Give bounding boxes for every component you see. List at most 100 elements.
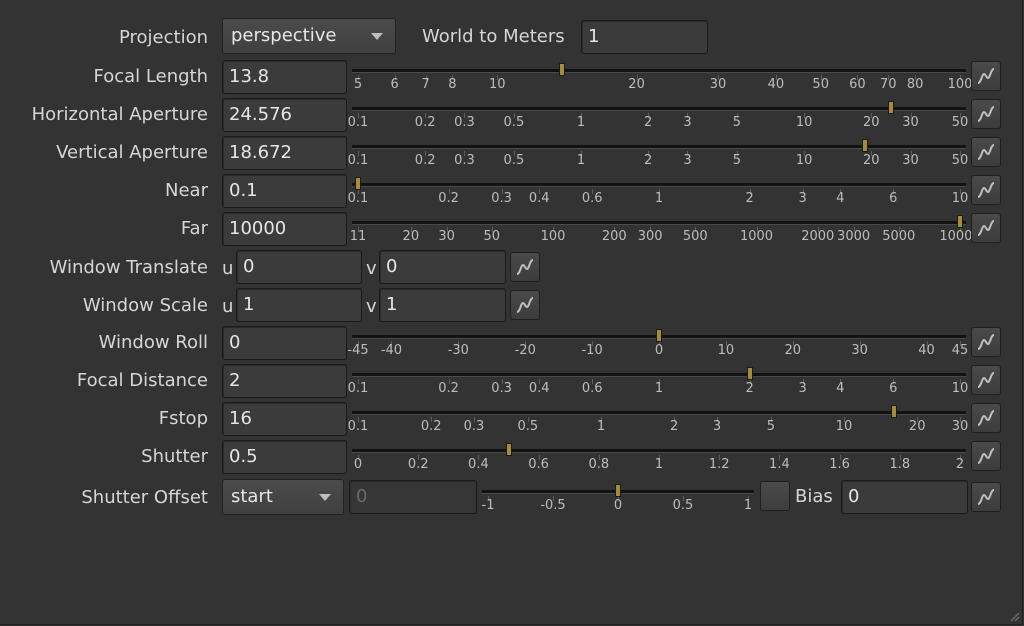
far-input[interactable]: 10000 <box>222 212 347 246</box>
slider-handle[interactable] <box>746 367 753 380</box>
near-slider[interactable]: 0.1 0.2 0.3 0.4 0.6 1 2 3 4 6 10 <box>348 173 968 209</box>
slider-tick-label: 0.1 <box>347 153 369 168</box>
projection-dropdown[interactable]: perspective <box>222 18 396 54</box>
slider-handle[interactable] <box>656 329 662 342</box>
slider-track[interactable] <box>352 69 966 73</box>
horizontal-aperture-input[interactable]: 24.576 <box>222 98 347 132</box>
focal-length-slider[interactable]: 5 6 7 8 10 20 30 40 50 60 70 80 100 <box>352 59 972 95</box>
animation-curve-icon <box>977 489 995 505</box>
horizontal-aperture-curve-button[interactable] <box>971 99 1001 129</box>
animation-curve-icon <box>977 106 995 122</box>
slider-track[interactable] <box>352 449 966 453</box>
slider-tick-label: 6 <box>889 381 898 396</box>
slider-track[interactable] <box>352 107 966 111</box>
focal-distance-slider[interactable]: 0.1 0.2 0.3 0.4 0.6 1 2 3 4 6 10 <box>348 363 969 399</box>
slider-tick-label: 1 <box>654 457 664 472</box>
slider-tick-label: 0 <box>613 498 623 513</box>
window-translate-u-input[interactable]: 0 <box>236 250 362 284</box>
window-scale-v-input[interactable]: 1 <box>379 288 506 322</box>
shutter-curve-button[interactable] <box>971 441 1001 471</box>
shutter-slider[interactable]: 0 0.2 0.4 0.6 0.8 1 1.2 1.4 1.6 1.8 2 <box>352 439 966 475</box>
shutter-input[interactable]: 0.5 <box>222 440 347 474</box>
slider-handle[interactable] <box>957 215 963 228</box>
horizontal-aperture-slider[interactable]: 0.1 0.2 0.3 0.5 1 2 3 5 10 20 30 50 <box>348 97 969 133</box>
slider-tick-label: 50 <box>951 153 969 168</box>
projection-value: perspective <box>231 25 337 46</box>
slider-tick-label: 45 <box>951 343 969 358</box>
slider-handle[interactable] <box>355 177 361 190</box>
camera-projection-panel: Projection perspective World to Meters 1… <box>0 0 1023 625</box>
window-scale-curve-button[interactable] <box>510 290 540 320</box>
fstop-input[interactable]: 16 <box>222 402 347 436</box>
fstop-slider[interactable]: 0.1 0.2 0.3 0.5 1 2 3 5 10 20 30 <box>348 401 968 437</box>
slider-handle[interactable] <box>505 443 512 456</box>
slider-handle[interactable] <box>615 484 621 497</box>
slider-tick-label: 30 <box>902 153 919 168</box>
slider-tick-label: 5 <box>732 115 742 130</box>
near-input[interactable]: 0.1 <box>222 174 347 208</box>
bias-input[interactable]: 0 <box>841 480 968 514</box>
slider-tick-label: 10 <box>951 381 969 396</box>
window-roll-label: Window Roll <box>98 332 208 353</box>
vertical-aperture-input[interactable]: 18.672 <box>222 136 347 170</box>
slider-tick-label: 3 <box>683 153 692 168</box>
window-translate-v-input[interactable]: 0 <box>379 250 506 284</box>
slider-handle[interactable] <box>888 101 895 114</box>
slider-track[interactable] <box>352 221 966 225</box>
bias-label: Bias <box>795 486 833 507</box>
far-curve-button[interactable] <box>971 213 1001 243</box>
slider-tick-label: 50 <box>951 115 969 130</box>
window-roll-curve-button[interactable] <box>971 327 1001 357</box>
shutter-offset-input[interactable]: 0 <box>349 480 477 514</box>
slider-tick-label: 0.3 <box>491 381 512 396</box>
window-scale-u-input[interactable]: 1 <box>236 288 362 322</box>
fstop-curve-button[interactable] <box>971 403 1001 433</box>
slider-tick-label: 0.1 <box>347 419 369 434</box>
slider-handle[interactable] <box>890 405 897 418</box>
window-roll-slider[interactable]: -45 -40 -30 -20 -10 0 10 20 30 40 45 <box>347 325 969 361</box>
window-roll-input[interactable]: 0 <box>222 326 347 360</box>
slider-tick-label: 0.3 <box>454 153 475 168</box>
focal-length-curve-button[interactable] <box>971 61 1001 91</box>
slider-tick-label: 0.2 <box>438 381 459 396</box>
focal-length-input[interactable]: 13.8 <box>222 60 347 94</box>
focal-distance-input[interactable]: 2 <box>222 364 347 398</box>
far-label: Far <box>180 218 208 239</box>
slider-tick-label: 3000 <box>837 229 871 244</box>
focal-distance-curve-button[interactable] <box>971 365 1001 395</box>
slider-track[interactable] <box>352 411 966 415</box>
slider-tick-label: 40 <box>767 77 785 92</box>
bias-checkbox[interactable] <box>760 481 790 511</box>
focal-length-label: Focal Length <box>93 66 208 87</box>
slider-tick-label: 30 <box>438 229 455 244</box>
window-translate-curve-button[interactable] <box>510 252 540 282</box>
animation-curve-icon <box>977 68 995 84</box>
shutter-offset-curve-button[interactable] <box>971 482 1001 512</box>
slider-handle[interactable] <box>559 63 565 76</box>
near-curve-button[interactable] <box>971 175 1001 205</box>
vertical-aperture-curve-button[interactable] <box>971 137 1001 167</box>
far-slider[interactable]: 11 20 30 50 100 200 300 500 1000 2000 3000 5000 1000… <box>350 211 981 247</box>
slider-tick-label: 8 <box>448 77 457 92</box>
world-to-meters-input[interactable]: 1 <box>581 20 708 54</box>
slider-tick-label: -10 <box>581 343 603 358</box>
slider-tick-label: 1.4 <box>769 457 790 472</box>
slider-track[interactable] <box>352 183 966 187</box>
slider-tick-label: 1000 <box>739 229 774 244</box>
slider-tick-label: 0.2 <box>407 457 429 472</box>
shutter-offset-dropdown[interactable]: start <box>222 479 344 515</box>
resize-grip-icon[interactable] <box>1008 610 1020 622</box>
slider-tick-label: 0.4 <box>468 457 489 472</box>
slider-track[interactable] <box>352 145 966 149</box>
slider-track[interactable] <box>352 373 966 377</box>
animation-curve-icon <box>977 448 995 464</box>
slider-tick-label: 3 <box>798 381 807 396</box>
shutter-offset-slider[interactable]: -1 -0.5 0 0.5 1 <box>482 480 754 516</box>
slider-tick-label: 2 <box>670 419 679 434</box>
slider-tick-label: 6 <box>889 191 898 206</box>
slider-tick-label: 0.5 <box>503 115 525 130</box>
vertical-aperture-slider[interactable]: 0.1 0.2 0.3 0.5 1 2 3 5 10 20 30 50 <box>348 135 969 171</box>
animation-curve-icon <box>977 182 995 198</box>
slider-handle[interactable] <box>861 139 868 152</box>
slider-tick-label: 5 <box>766 419 776 434</box>
